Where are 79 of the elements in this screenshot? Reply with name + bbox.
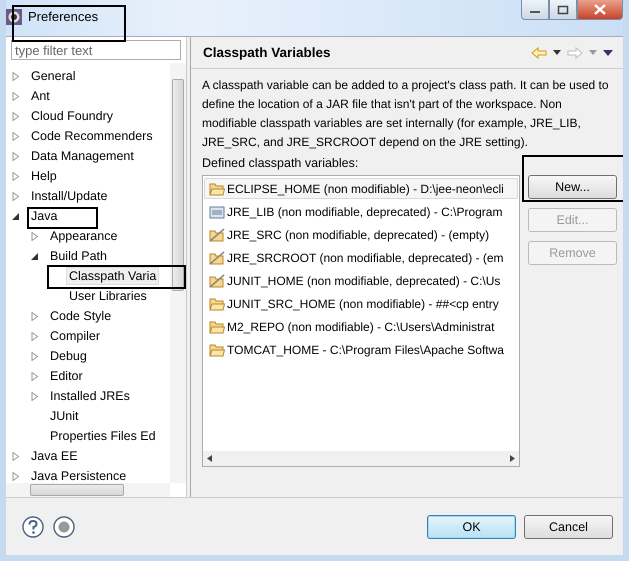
folder-icon [209,342,225,356]
expand-icon[interactable] [12,192,20,200]
collapse-icon[interactable] [12,212,20,220]
tree-item[interactable]: Compiler [47,327,104,345]
close-icon[interactable] [593,4,607,15]
tree-item[interactable]: JUnit [47,407,82,425]
tree-item[interactable]: Classpath Varia [66,267,160,285]
tree-item[interactable]: General [28,67,78,85]
help-icon[interactable] [22,516,44,538]
tree-item[interactable]: Debug [47,347,90,365]
tree-item[interactable]: Ant [28,87,53,105]
jar-icon [209,204,225,218]
expand-icon[interactable] [12,152,20,160]
description-text: A classpath variable can be added to a project's class path. It can be used to define the location of a JAR file that isn't part of the workspace. Non modifiable classpath variables are set internally (for example, JRE_LIB, JRE_SRC, and JRE_SRCROOT depend on the JRE setting). [202,77,610,151]
expand-icon[interactable] [31,332,39,340]
maximize-button[interactable] [549,0,577,20]
expand-icon[interactable] [31,312,39,320]
expand-icon[interactable] [12,452,20,460]
expand-icon[interactable] [31,232,39,240]
variable-item[interactable]: JRE_LIB (non modifiable, deprecated) - C:\Program [204,201,518,222]
expand-icon[interactable] [31,392,39,400]
cancel-button[interactable]: Cancel [524,514,613,538]
tree-item[interactable]: Java Persistence [28,467,130,483]
window-title: Preferences [28,9,98,24]
close-button[interactable] [577,0,623,20]
variable-item[interactable]: JUNIT_HOME (non modifiable, deprecated) - C:\Us [204,270,518,291]
tree-item[interactable]: Data Management [28,147,137,165]
tree-item[interactable]: Installed JREs [47,387,133,405]
tree-item[interactable]: Properties Files Ed [47,427,159,445]
side-button[interactable]: New... [528,175,617,199]
forward-arrow-icon[interactable] [567,46,583,58]
expand-icon[interactable] [12,132,20,140]
annotation-box [27,207,98,229]
folder-icon [209,296,225,310]
scroll-left-icon[interactable] [207,455,212,462]
variable-item[interactable]: M2_REPO (non modifiable) - C:\Users\Administrat [204,316,518,337]
crossed-folder-icon [209,250,225,264]
expand-icon[interactable] [12,92,20,100]
scroll-right-icon[interactable] [510,455,515,462]
list-label: Defined classpath variables: [202,156,360,170]
variable-item[interactable]: TOMCAT_HOME - C:\Program Files\Apache Softwa [204,339,518,360]
tree-item[interactable]: Java EE [28,447,81,465]
dropdown-icon[interactable] [553,50,561,55]
filter-field[interactable]: type filter text [11,40,181,60]
expand-icon[interactable] [12,472,20,480]
page-title: Classpath Variables [203,45,331,60]
folder-icon [209,320,225,334]
tree-item[interactable]: Build Path [47,247,110,265]
expand-icon[interactable] [31,372,39,380]
back-arrow-icon[interactable] [531,46,547,58]
crossed-folder-icon [209,228,225,242]
folder-icon [209,182,225,196]
expand-icon[interactable] [12,112,20,120]
expand-icon[interactable] [12,172,20,180]
variable-item[interactable]: JUNIT_SRC_HOME (non modifiable) - ##<cp entry [204,293,518,314]
tree-item[interactable]: Appearance [47,227,120,245]
record-icon[interactable] [53,516,75,538]
crossed-folder-icon [209,274,225,288]
maximize-icon[interactable] [557,4,569,14]
expand-icon[interactable] [12,72,20,80]
tree-item[interactable]: Editor [47,367,86,385]
tree-item[interactable]: Code Recommenders [28,127,156,145]
menu-icon[interactable] [603,50,613,56]
tree-item[interactable]: Cloud Foundry [28,107,116,125]
variable-item[interactable]: ECLIPSE_HOME (non modifiable) - D:\jee-neon\ecli [204,178,518,199]
tree-item[interactable]: User Libraries [66,287,150,305]
tree-item[interactable]: Install/Update [28,187,110,205]
minimize-button[interactable] [521,0,549,20]
expand-icon[interactable] [31,352,39,360]
scrollbar[interactable] [170,63,186,483]
variable-item[interactable]: JRE_SRCROOT (non modifiable, deprecated) - (em [204,247,518,268]
scrollbar[interactable] [203,451,519,466]
scrollbar[interactable] [6,483,170,497]
tree-item[interactable]: Java [28,207,60,225]
tree-item[interactable]: Help [28,167,60,185]
variable-item[interactable]: JRE_SRC (non modifiable, deprecated) - (empty) [204,224,518,245]
collapse-icon[interactable] [31,252,39,260]
tree-item[interactable]: Code Style [47,307,114,325]
ok-button[interactable]: OK [427,514,516,538]
